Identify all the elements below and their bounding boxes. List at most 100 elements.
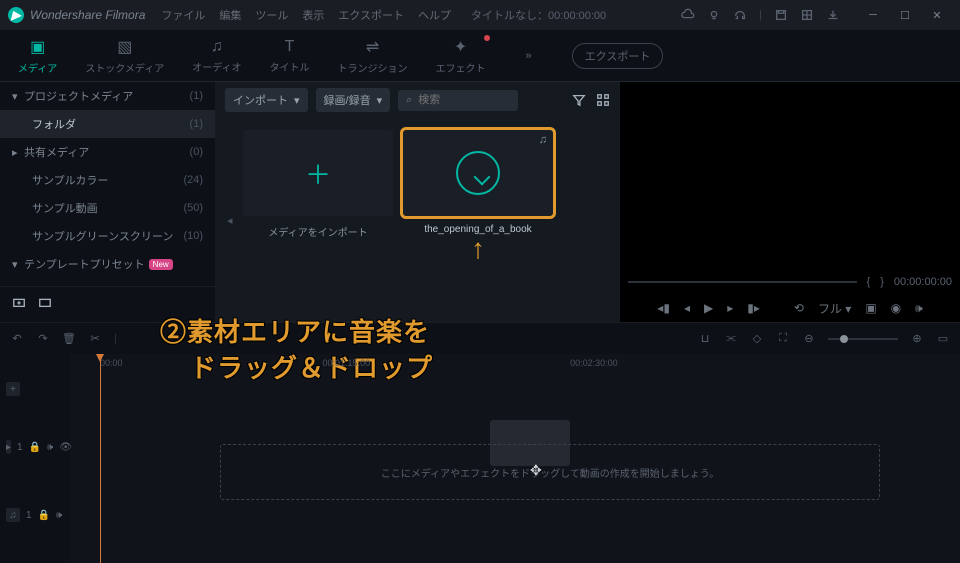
search-icon: ⌕ — [406, 94, 412, 107]
download-icon[interactable] — [826, 8, 840, 22]
import-label: メディアをインポート — [268, 224, 367, 239]
annotation-arrow: ↑ — [471, 233, 485, 265]
playhead[interactable] — [100, 354, 101, 563]
tab-title[interactable]: Tタイトル — [270, 38, 310, 74]
sidebar: ▾プロジェクトメディア(1) フォルダ(1) ▸共有メディア(0) サンプルカラ… — [0, 82, 215, 322]
undo-icon[interactable]: ↶ — [10, 332, 24, 346]
preview-scrubber[interactable]: { } 00:00:00:00 — [620, 270, 960, 294]
crop-icon[interactable]: ⛶ — [776, 332, 790, 346]
zoom-out-icon[interactable]: ⊖ — [802, 332, 816, 346]
export-button[interactable]: エクスポート — [572, 43, 664, 69]
fit-dropdown[interactable]: フル ▾ — [818, 300, 851, 317]
headset-icon[interactable] — [733, 8, 747, 22]
sidebar-sample-video[interactable]: サンプル動画(50) — [0, 194, 215, 222]
sidebar-sample-green[interactable]: サンプルグリーンスクリーン(10) — [0, 222, 215, 250]
project-title: タイトルなし：00:00:00:00 — [471, 7, 606, 23]
folder-icon[interactable] — [38, 295, 52, 309]
menu-tools[interactable]: ツール — [255, 7, 288, 23]
collapse-icon[interactable]: ◂ — [227, 214, 233, 227]
marker2-icon[interactable]: ◇ — [750, 332, 764, 346]
next-frame-icon[interactable]: ▮▸ — [747, 301, 760, 315]
forward-icon[interactable]: ▸ — [727, 301, 733, 315]
new-folder-icon[interactable] — [12, 295, 26, 309]
minimize-button[interactable]: ─ — [858, 4, 888, 26]
timeline: + ▸1🔒🕪👁 ♫1🔒🕪 00:0000:01:15:0000:02:30:00… — [0, 354, 960, 563]
sidebar-project-media[interactable]: ▾プロジェクトメディア(1) — [0, 82, 215, 110]
zoom-slider[interactable] — [828, 338, 898, 340]
preview-time: 00:00:00:00 — [894, 276, 952, 288]
save-icon[interactable] — [774, 8, 788, 22]
record-dropdown[interactable]: 録画/録音▾ — [316, 88, 391, 112]
title-bar: ▶ Wondershare Filmora ファイル 編集 ツール 表示 エクス… — [0, 0, 960, 30]
maximize-button[interactable]: ☐ — [890, 4, 920, 26]
tab-stock[interactable]: ▧ストックメディア — [85, 37, 164, 75]
menu-export[interactable]: エクスポート — [338, 7, 404, 23]
media-card-audio[interactable]: ♫ the_opening_of_a_book ↑ — [403, 130, 553, 310]
more-tabs-icon[interactable]: » — [526, 50, 532, 62]
main-menu: ファイル 編集 ツール 表示 エクスポート ヘルプ — [161, 7, 451, 23]
media-toolbar: インポート▾ 録画/録音▾ ⌕ — [215, 82, 620, 118]
fit-timeline-icon[interactable]: ▭ — [936, 332, 950, 346]
media-grid: ◂ ＋ メディアをインポート ♫ the_opening_of_a_book ↑ — [215, 118, 620, 322]
menu-file[interactable]: ファイル — [161, 7, 205, 23]
feature-tabs: ▣メディア ▧ストックメディア ♫オーディオ Tタイトル ⇌トランジション ✦エ… — [0, 30, 960, 82]
play-icon[interactable]: ▶ — [704, 301, 713, 315]
close-button[interactable]: ✕ — [922, 4, 952, 26]
audio-track-header[interactable]: ♫1🔒🕪 — [0, 502, 70, 528]
app-name: ▶ Wondershare Filmora — [8, 7, 145, 23]
preview-controls: ◂▮ ◂ ▶ ▸ ▮▸ ⟲ フル ▾ ▣ ◉ 🕪 — [620, 294, 960, 322]
music-note-icon: ♫ — [539, 134, 547, 146]
marker-in-icon[interactable]: { — [867, 276, 871, 288]
sidebar-template-preset[interactable]: ▾テンプレートプリセットNew — [0, 250, 215, 278]
preview-viewport — [620, 82, 960, 270]
tab-transition[interactable]: ⇌トランジション — [338, 37, 408, 75]
tab-media[interactable]: ▣メディア — [18, 37, 57, 75]
tab-audio[interactable]: ♫オーディオ — [192, 38, 241, 74]
cloud-icon[interactable] — [681, 8, 695, 22]
zoom-in-icon[interactable]: ⊕ — [910, 332, 924, 346]
sidebar-sample-color[interactable]: サンプルカラー(24) — [0, 166, 215, 194]
video-track-header[interactable]: ▸1🔒🕪👁 — [0, 434, 70, 460]
marker-out-icon[interactable]: } — [880, 276, 884, 288]
window-controls: ─ ☐ ✕ — [858, 4, 952, 26]
delete-icon[interactable]: 🗑 — [62, 332, 76, 346]
compare-icon[interactable]: ▣ — [865, 301, 876, 315]
menu-help[interactable]: ヘルプ — [418, 7, 451, 23]
link-icon[interactable]: ⫘ — [724, 332, 738, 346]
import-card[interactable]: ＋ メディアをインポート — [243, 130, 393, 310]
app-logo-icon: ▶ — [8, 7, 24, 23]
snapshot-icon[interactable]: ◉ — [891, 301, 901, 315]
filter-icon[interactable] — [572, 93, 586, 107]
search-input[interactable]: ⌕ — [398, 90, 518, 111]
search-field[interactable] — [418, 94, 498, 106]
menu-view[interactable]: 表示 — [302, 7, 324, 23]
volume-icon[interactable]: 🕪 — [915, 301, 923, 316]
tab-effect[interactable]: ✦エフェクト — [436, 37, 486, 75]
prev-frame-icon[interactable]: ◂▮ — [657, 301, 670, 315]
timeline-toolbar: ↶ ↷ 🗑 ✂ | ⊔ ⫘ ◇ ⛶ ⊖ ⊕ ▭ — [0, 322, 960, 354]
grid-icon[interactable] — [596, 93, 610, 107]
main-area: ▾プロジェクトメディア(1) フォルダ(1) ▸共有メディア(0) サンプルカラ… — [0, 82, 960, 322]
sidebar-shared-media[interactable]: ▸共有メディア(0) — [0, 138, 215, 166]
fx-icon[interactable] — [800, 8, 814, 22]
timeline-body[interactable]: 00:0000:01:15:0000:02:30:00 ✥ ここにメディアやエフ… — [70, 354, 960, 563]
plus-icon: ＋ — [305, 155, 331, 192]
add-track-row[interactable]: + — [0, 376, 70, 402]
import-dropdown[interactable]: インポート▾ — [225, 88, 308, 112]
magnet-icon[interactable]: ⊔ — [698, 332, 712, 346]
rewind-icon[interactable]: ◂ — [684, 301, 690, 315]
bulb-icon[interactable] — [707, 8, 721, 22]
header-right: | — [681, 8, 840, 22]
track-headers: + ▸1🔒🕪👁 ♫1🔒🕪 — [0, 354, 70, 563]
dropzone-text: ここにメディアやエフェクトをドラッグして動画の作成を開始しましょう。 — [381, 465, 719, 480]
cut-icon[interactable]: ✂ — [88, 332, 102, 346]
sidebar-folder[interactable]: フォルダ(1) — [0, 110, 215, 138]
loop-icon[interactable]: ⟲ — [794, 301, 804, 315]
preview-panel: { } 00:00:00:00 ◂▮ ◂ ▶ ▸ ▮▸ ⟲ フル ▾ ▣ ◉ 🕪 — [620, 82, 960, 322]
music-disc-icon — [456, 151, 500, 195]
redo-icon[interactable]: ↷ — [36, 332, 50, 346]
time-ruler[interactable]: 00:0000:01:15:0000:02:30:00 — [70, 354, 960, 372]
menu-edit[interactable]: 編集 — [219, 7, 241, 23]
media-panel: インポート▾ 録画/録音▾ ⌕ ◂ ＋ メディアをインポート ♫ — [215, 82, 620, 322]
timeline-dropzone[interactable]: ここにメディアやエフェクトをドラッグして動画の作成を開始しましょう。 — [220, 444, 880, 500]
